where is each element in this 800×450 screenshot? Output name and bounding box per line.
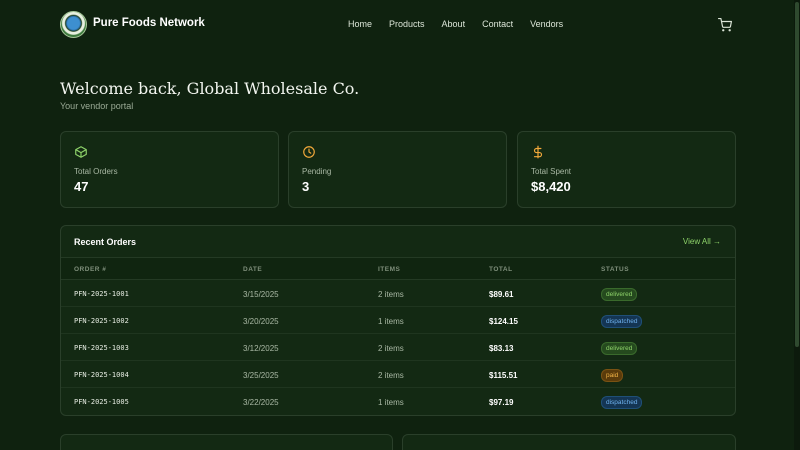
order-date: 3/25/2025: [243, 371, 279, 380]
table-row[interactable]: PFN-2025-1001 3/15/2025 2 items $89.61 d…: [61, 280, 735, 307]
col-date: DATE: [243, 266, 263, 273]
stat-value: $8,420: [531, 179, 571, 194]
status-badge: delivered: [601, 288, 638, 301]
stat-card-total-spent: Total Spent $8,420: [517, 131, 736, 208]
nav-vendors[interactable]: Vendors: [530, 19, 563, 29]
stat-label: Total Orders: [74, 167, 118, 176]
order-total: $89.61: [489, 290, 514, 299]
order-items: 2 items: [378, 344, 404, 353]
status-badge: delivered: [601, 342, 638, 355]
order-number[interactable]: PFN-2025-1001: [74, 290, 129, 298]
status-badge: paid: [601, 369, 624, 382]
order-items: 1 items: [378, 398, 404, 407]
table-row[interactable]: PFN-2025-1003 3/12/2025 2 items $83.13 d…: [61, 334, 735, 361]
cart-icon[interactable]: [718, 18, 732, 32]
page-scrollbar[interactable]: [794, 0, 800, 450]
table-row[interactable]: PFN-2025-1004 3/25/2025 2 items $115.51 …: [61, 361, 735, 388]
view-all-link[interactable]: View All →: [683, 237, 721, 246]
stat-value: 47: [74, 179, 89, 194]
nav-products[interactable]: Products: [389, 19, 425, 29]
top-nav: Pure Foods Network Home Products About C…: [0, 0, 794, 50]
status-badge: dispatched: [601, 396, 643, 409]
col-total: TOTAL: [489, 266, 513, 273]
brand-logo-icon[interactable]: [60, 11, 87, 38]
order-date: 3/20/2025: [243, 317, 279, 326]
order-total: $115.51: [489, 371, 518, 380]
col-status: STATUS: [601, 266, 630, 273]
scrollbar-thumb[interactable]: [795, 2, 799, 347]
nav-home[interactable]: Home: [348, 19, 372, 29]
order-items: 2 items: [378, 290, 404, 299]
dollar-icon: [533, 145, 543, 159]
col-items: ITEMS: [378, 266, 401, 273]
order-number[interactable]: PFN-2025-1005: [74, 398, 129, 406]
order-items: 1 items: [378, 317, 404, 326]
order-number[interactable]: PFN-2025-1004: [74, 371, 129, 379]
stat-card-pending: Pending 3: [288, 131, 507, 208]
recent-orders-header: Recent Orders View All →: [61, 226, 735, 258]
clock-icon: [303, 146, 315, 158]
page-subtitle: Your vendor portal: [60, 101, 134, 111]
orders-table-header: ORDER # DATE ITEMS TOTAL STATUS: [61, 258, 735, 280]
order-items: 2 items: [378, 371, 404, 380]
stat-value: 3: [302, 179, 310, 194]
box-icon: [75, 146, 87, 158]
page-title: Welcome back, Global Wholesale Co.: [60, 79, 360, 98]
table-row[interactable]: PFN-2025-1002 3/20/2025 1 items $124.15 …: [61, 307, 735, 334]
col-order: ORDER #: [74, 266, 107, 273]
table-row[interactable]: PFN-2025-1005 3/22/2025 1 items $97.19 d…: [61, 388, 735, 415]
brand-name[interactable]: Pure Foods Network: [93, 17, 205, 29]
order-number[interactable]: PFN-2025-1002: [74, 317, 129, 325]
bottom-panel-right: [402, 434, 736, 450]
status-badge: dispatched: [601, 315, 643, 328]
order-total: $83.13: [489, 344, 514, 353]
bottom-panel-left: [60, 434, 393, 450]
stat-label: Total Spent: [531, 167, 572, 176]
order-date: 3/22/2025: [243, 398, 279, 407]
nav-about[interactable]: About: [442, 19, 466, 29]
order-date: 3/15/2025: [243, 290, 279, 299]
recent-orders-title: Recent Orders: [74, 237, 137, 247]
main-nav: Home Products About Contact Vendors: [348, 19, 580, 29]
order-date: 3/12/2025: [243, 344, 279, 353]
order-number[interactable]: PFN-2025-1003: [74, 344, 129, 352]
nav-contact[interactable]: Contact: [482, 19, 513, 29]
stat-card-total-orders: Total Orders 47: [60, 131, 279, 208]
order-total: $124.15: [489, 317, 518, 326]
order-total: $97.19: [489, 398, 514, 407]
recent-orders-panel: Recent Orders View All → ORDER # DATE IT…: [60, 225, 736, 416]
stat-label: Pending: [302, 167, 332, 176]
